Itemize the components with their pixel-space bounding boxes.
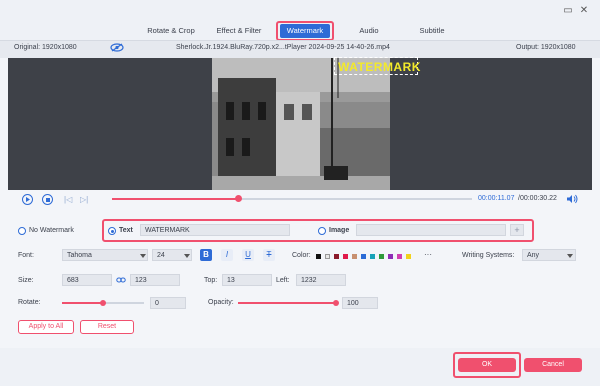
- left-input[interactable]: 1232: [296, 274, 346, 286]
- font-label: Font:: [18, 252, 34, 259]
- cancel-button[interactable]: Cancel: [524, 358, 582, 372]
- opacity-slider-fill: [238, 302, 336, 304]
- minimize-icon[interactable]: ▭: [562, 5, 574, 17]
- tab-subtitle[interactable]: Subtitle: [404, 24, 460, 38]
- tab-effect-filter[interactable]: Effect & Filter: [208, 24, 270, 38]
- tab-audio[interactable]: Audio: [344, 24, 394, 38]
- font-family-value: Tahoma: [67, 252, 92, 259]
- color-label: Color:: [292, 252, 311, 259]
- watermark-overlay-text[interactable]: WATERMARK: [338, 60, 421, 74]
- watermark-text-input[interactable]: WATERMARK: [140, 224, 290, 236]
- width-input[interactable]: 683: [62, 274, 112, 286]
- timeline-handle[interactable]: [235, 195, 242, 202]
- image-path-input[interactable]: [356, 224, 506, 236]
- font-size-value: 24: [157, 252, 165, 259]
- rotate-slider-handle[interactable]: [100, 300, 106, 306]
- image-watermark-label: Image: [329, 227, 350, 234]
- font-family-select[interactable]: Tahoma: [62, 249, 148, 261]
- ok-button[interactable]: OK: [458, 358, 516, 372]
- height-input[interactable]: 123: [130, 274, 180, 286]
- color-swatch[interactable]: [379, 254, 384, 259]
- total-time: /00:00:30.22: [518, 195, 557, 202]
- original-resolution: Original: 1920x1080: [14, 44, 77, 51]
- more-colors-icon[interactable]: ···: [424, 250, 432, 259]
- size-label: Size:: [18, 277, 34, 284]
- strikethrough-button[interactable]: T: [263, 249, 275, 261]
- color-swatch[interactable]: [334, 254, 339, 259]
- font-size-chevron-down-icon[interactable]: [184, 254, 190, 258]
- opacity-label: Opacity:: [208, 299, 234, 306]
- prev-frame-icon[interactable]: |◁: [64, 195, 72, 204]
- text-watermark-label: Text: [119, 227, 133, 234]
- color-swatch[interactable]: [325, 254, 330, 259]
- color-swatch[interactable]: [397, 254, 402, 259]
- output-resolution: Output: 1920x1080: [516, 44, 576, 51]
- color-swatch[interactable]: [388, 254, 393, 259]
- stop-button[interactable]: [42, 194, 53, 205]
- file-name: Sherlock.Jr.1924.BluRay.720p.x2...tPlaye…: [176, 44, 390, 51]
- opacity-slider-handle[interactable]: [333, 300, 339, 306]
- rotate-slider-fill: [62, 302, 103, 304]
- text-watermark-radio[interactable]: [108, 227, 116, 235]
- rotate-label: Rotate:: [18, 299, 41, 306]
- color-swatch[interactable]: [370, 254, 375, 259]
- writing-systems-chevron-down-icon[interactable]: [567, 254, 573, 258]
- top-input[interactable]: 13: [222, 274, 272, 286]
- writing-systems-label: Writing Systems:: [462, 252, 515, 259]
- current-time: 00:00:11.07: [478, 195, 515, 202]
- apply-to-all-button[interactable]: Apply to All: [18, 320, 74, 334]
- reset-button[interactable]: Reset: [80, 320, 134, 334]
- image-watermark-radio[interactable]: [318, 227, 326, 235]
- link-icon[interactable]: [116, 275, 126, 285]
- no-watermark-label: No Watermark: [29, 227, 74, 234]
- rotate-input[interactable]: 0: [150, 297, 186, 309]
- opacity-input[interactable]: 100: [342, 297, 378, 309]
- eye-icon[interactable]: [110, 43, 124, 52]
- timeline-progress: [112, 198, 239, 200]
- left-label: Left:: [276, 277, 290, 284]
- tab-rotate-crop[interactable]: Rotate & Crop: [140, 24, 202, 38]
- color-swatch[interactable]: [406, 254, 411, 259]
- top-label: Top:: [204, 277, 218, 284]
- video-frame: [212, 58, 390, 190]
- bold-button[interactable]: B: [200, 249, 212, 261]
- underline-button[interactable]: U: [242, 249, 254, 261]
- play-button[interactable]: [22, 194, 33, 205]
- volume-icon[interactable]: [566, 194, 578, 204]
- no-watermark-radio[interactable]: [18, 227, 26, 235]
- color-swatch[interactable]: [343, 254, 348, 259]
- add-image-icon[interactable]: +: [510, 224, 524, 236]
- color-swatch[interactable]: [316, 254, 321, 259]
- color-swatch[interactable]: [361, 254, 366, 259]
- color-swatch[interactable]: [352, 254, 357, 259]
- italic-button[interactable]: I: [221, 249, 233, 261]
- writing-systems-value: Any: [527, 252, 540, 259]
- tab-watermark[interactable]: Watermark: [280, 24, 330, 38]
- close-icon[interactable]: ✕: [578, 5, 590, 17]
- font-family-chevron-down-icon[interactable]: [140, 254, 146, 258]
- next-frame-icon[interactable]: ▷|: [80, 195, 88, 204]
